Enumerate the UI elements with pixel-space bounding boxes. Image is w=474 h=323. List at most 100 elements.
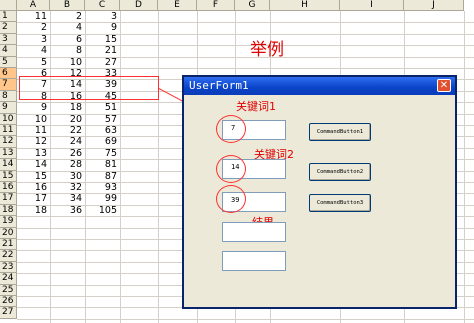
cell[interactable]: 99: [85, 193, 117, 204]
cell[interactable]: 24: [50, 136, 82, 147]
cell[interactable]: 15: [17, 171, 47, 182]
row-header-22[interactable]: 22: [0, 250, 17, 262]
cell[interactable]: 18: [17, 205, 47, 216]
cell[interactable]: 9: [85, 22, 117, 33]
cell[interactable]: 32: [50, 182, 82, 193]
column-header-j[interactable]: J: [404, 0, 464, 11]
cell[interactable]: 16: [17, 182, 47, 193]
cell[interactable]: 13: [17, 148, 47, 159]
row-header-9[interactable]: 9: [0, 102, 17, 114]
cell[interactable]: 87: [85, 171, 117, 182]
cell[interactable]: 11: [17, 125, 47, 136]
cell[interactable]: 81: [85, 159, 117, 170]
cell[interactable]: 57: [85, 114, 117, 125]
row-header-20[interactable]: 20: [0, 227, 17, 239]
column-header-g[interactable]: G: [235, 0, 270, 11]
column-header-d[interactable]: D: [120, 0, 158, 11]
result-input[interactable]: [222, 222, 286, 242]
cell[interactable]: 27: [85, 57, 117, 68]
row-header-21[interactable]: 21: [0, 239, 17, 251]
column-header-i[interactable]: I: [340, 0, 404, 11]
row-header-19[interactable]: 19: [0, 216, 17, 228]
userform-titlebar[interactable]: UserForm1 ✕: [184, 77, 455, 95]
cell[interactable]: 30: [50, 171, 82, 182]
cell[interactable]: 69: [85, 136, 117, 147]
row-header-27[interactable]: 27: [0, 307, 17, 319]
row-header-12[interactable]: 12: [0, 136, 17, 148]
cell[interactable]: 15: [85, 34, 117, 45]
row-header-10[interactable]: 10: [0, 113, 17, 125]
highlight-row-7-box: [19, 76, 159, 100]
command-button-3[interactable]: CommandButton3: [309, 194, 371, 212]
row-header-1[interactable]: 1: [0, 11, 17, 23]
cell[interactable]: 93: [85, 182, 117, 193]
cell[interactable]: 36: [50, 205, 82, 216]
grid-line: [158, 11, 159, 323]
row-header-18[interactable]: 18: [0, 204, 17, 217]
cell[interactable]: 3: [17, 34, 47, 45]
cell[interactable]: 26: [50, 148, 82, 159]
row-header-23[interactable]: 23: [0, 261, 17, 274]
cell[interactable]: 18: [50, 102, 82, 113]
row-header-14[interactable]: 14: [0, 159, 17, 171]
row-header-7[interactable]: 7: [0, 79, 17, 91]
command-button-1[interactable]: CommandButton1: [309, 123, 371, 141]
cell[interactable]: 22: [50, 125, 82, 136]
column-header-c[interactable]: C: [85, 0, 120, 11]
cell[interactable]: 5: [17, 57, 47, 68]
keyword1-label: 关键词1: [236, 98, 276, 114]
close-icon[interactable]: ✕: [437, 79, 451, 92]
keyword2-circle: [216, 155, 246, 183]
cell[interactable]: 34: [50, 193, 82, 204]
grid-line: [120, 11, 121, 323]
cell[interactable]: 75: [85, 148, 117, 159]
spreadsheet: ABCDEFGHIJ 1 2 3 4 5 6 7 8 9 10 11 12 13 14 15 16 17 18 19…: [0, 0, 474, 323]
cell[interactable]: 51: [85, 102, 117, 113]
cell[interactable]: 11: [17, 11, 47, 22]
userform-title: UserForm1: [189, 79, 249, 92]
row-header-16[interactable]: 16: [0, 182, 17, 194]
cell[interactable]: 6: [50, 34, 82, 45]
example-label: 举例: [250, 40, 284, 60]
column-header-e[interactable]: E: [158, 0, 197, 11]
cell[interactable]: 28: [50, 159, 82, 170]
row-header-26[interactable]: 26: [0, 296, 17, 308]
cell[interactable]: 105: [85, 205, 117, 216]
result-input-2[interactable]: [222, 251, 286, 271]
cell[interactable]: 14: [17, 159, 47, 170]
cell[interactable]: 8: [50, 45, 82, 56]
row-header-17[interactable]: 17: [0, 193, 17, 205]
row-header-15[interactable]: 15: [0, 170, 17, 182]
cell[interactable]: 10: [50, 57, 82, 68]
row-header-2[interactable]: 2: [0, 22, 17, 34]
row-header-8[interactable]: 8: [0, 90, 17, 103]
row-header-4[interactable]: 4: [0, 45, 17, 57]
column-header-b[interactable]: B: [50, 0, 85, 11]
column-header-h[interactable]: H: [270, 0, 340, 11]
row-header-5[interactable]: 5: [0, 56, 17, 68]
grid-line: [464, 11, 465, 323]
cell[interactable]: 63: [85, 125, 117, 136]
row-header-13[interactable]: 13: [0, 147, 17, 160]
cell[interactable]: 20: [50, 114, 82, 125]
column-header-a[interactable]: A: [17, 0, 50, 11]
cell[interactable]: 2: [50, 11, 82, 22]
cell[interactable]: 9: [17, 102, 47, 113]
row-header-11[interactable]: 11: [0, 125, 17, 137]
row-header-6[interactable]: 6: [0, 68, 17, 80]
cell[interactable]: 4: [50, 22, 82, 33]
cell[interactable]: 12: [17, 136, 47, 147]
cell[interactable]: 21: [85, 45, 117, 56]
row-header-24[interactable]: 24: [0, 273, 17, 285]
cell[interactable]: 10: [17, 114, 47, 125]
column-header-f[interactable]: F: [197, 0, 235, 11]
grid-line: [17, 318, 474, 320]
cell[interactable]: 17: [17, 193, 47, 204]
row-header-25[interactable]: 25: [0, 284, 17, 296]
cell[interactable]: 2: [17, 22, 47, 33]
cell[interactable]: 4: [17, 45, 47, 56]
select-all-corner[interactable]: [0, 0, 17, 11]
command-button-2[interactable]: CommandButton2: [309, 163, 371, 181]
cell[interactable]: 3: [85, 11, 117, 22]
row-header-3[interactable]: 3: [0, 33, 17, 46]
